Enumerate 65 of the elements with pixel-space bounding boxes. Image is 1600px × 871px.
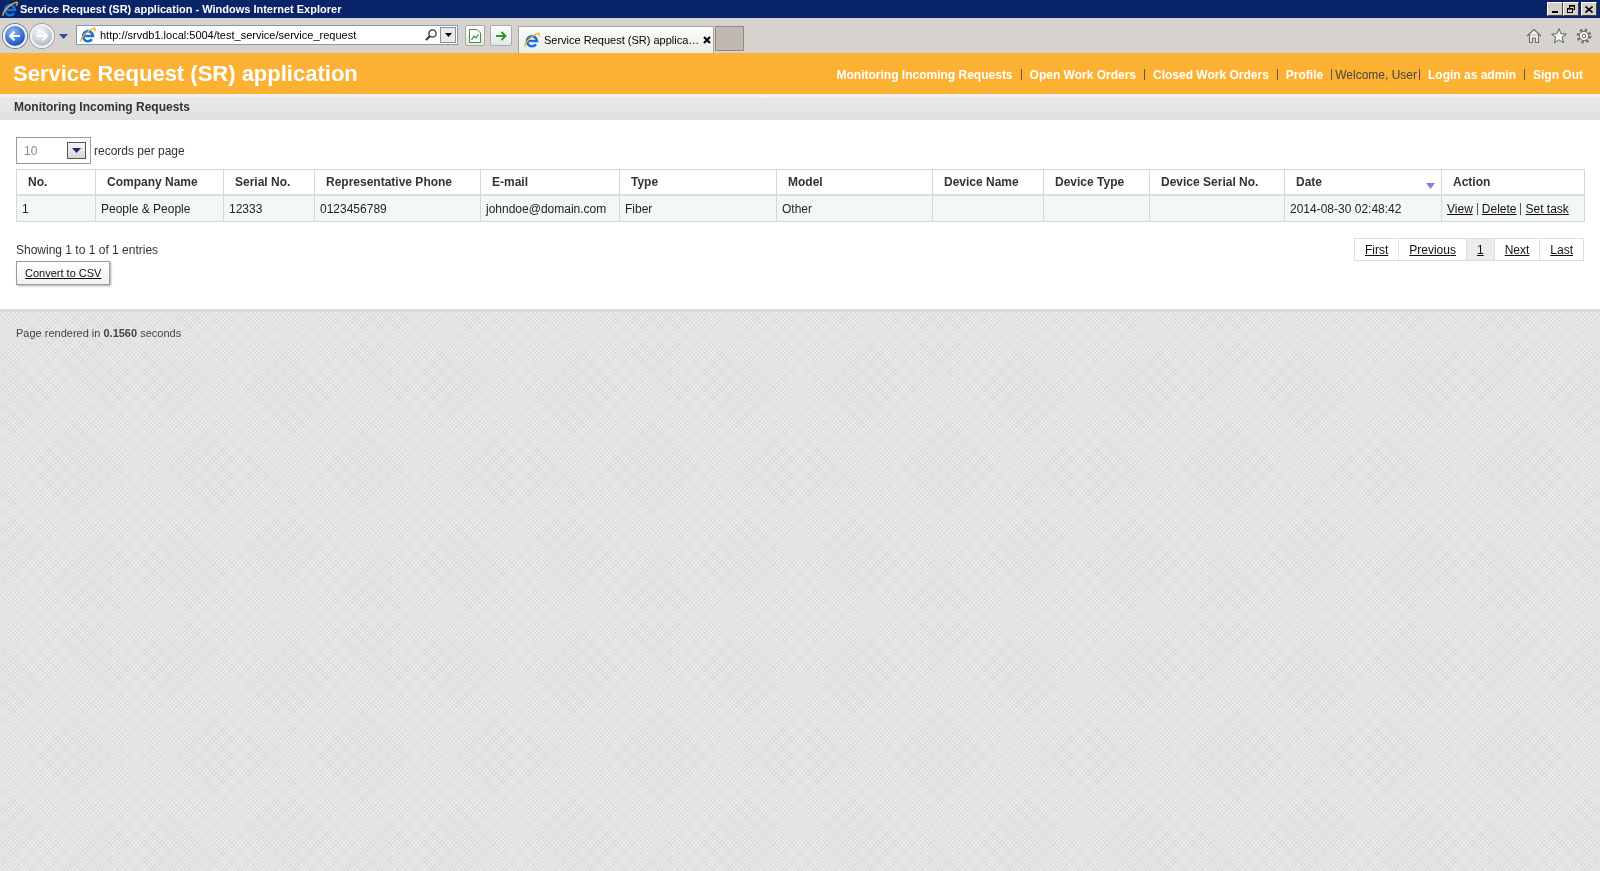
column-header[interactable]: Date (1284, 169, 1442, 195)
left-arrow-icon (9, 31, 21, 41)
pagination-button[interactable]: 1 (1465, 238, 1495, 261)
close-icon[interactable] (703, 36, 712, 44)
entries-info: Showing 1 to 1 of 1 entries (16, 242, 159, 257)
render-time-text: Page rendered in 0.1560 seconds (16, 327, 182, 339)
column-header[interactable]: Device Name (932, 169, 1044, 195)
restore-button[interactable] (1563, 2, 1579, 16)
caret-icon[interactable] (59, 34, 68, 39)
column-header[interactable]: No. (16, 169, 96, 195)
pagination-button[interactable]: Next (1493, 238, 1541, 261)
page-heading: Monitoring Incoming Requests (14, 100, 190, 114)
column-header[interactable]: Action (1441, 169, 1585, 195)
pagination-button[interactable]: First (1353, 238, 1400, 261)
right-arrow-icon (36, 31, 48, 41)
address-dropdown-button[interactable] (440, 27, 456, 43)
table-cell: johndoe@domain.com (480, 195, 620, 222)
records-label: records per page (94, 143, 185, 158)
table-cell: 12333 (223, 195, 315, 222)
go-button[interactable] (490, 25, 512, 46)
column-header[interactable]: Device Serial No. (1149, 169, 1285, 195)
close-button[interactable] (1581, 2, 1597, 16)
column-header[interactable]: Company Name (95, 169, 224, 195)
table-cell: Fiber (619, 195, 777, 222)
search-icon[interactable] (425, 29, 437, 41)
pagination-button[interactable]: Previous (1398, 238, 1467, 261)
caret-icon (72, 148, 81, 153)
browser-logo-icon (524, 32, 540, 48)
right-arrow-icon (495, 30, 507, 41)
star-icon[interactable] (1551, 28, 1567, 44)
minimize-icon (1552, 11, 1558, 13)
page-length-select[interactable]: 10 (16, 137, 91, 164)
table-cell: 2014-08-30 02:48:42 (1284, 195, 1442, 222)
column-header[interactable]: Type (619, 169, 777, 195)
compatibility-view-button[interactable] (465, 25, 485, 46)
action-link[interactable]: View (1447, 201, 1473, 216)
app-title: Service Request (SR) application (13, 60, 358, 87)
window-title: Service Request (SR) application - Windows Internet Explorer (20, 3, 342, 15)
column-header[interactable]: Model (776, 169, 933, 195)
home-icon[interactable] (1526, 28, 1542, 44)
welcome-text: Welcome, User (1335, 67, 1417, 82)
close-icon (1585, 5, 1593, 13)
action-link[interactable]: Set task (1525, 201, 1569, 216)
back-button[interactable] (3, 24, 27, 48)
document-icon (469, 28, 481, 43)
browser-tab[interactable]: Service Request (SR) applica… (518, 26, 714, 53)
sort-icon (1426, 183, 1435, 189)
minimize-button[interactable] (1547, 2, 1563, 16)
table-cell: People & People (95, 195, 224, 222)
caret-icon (444, 33, 452, 37)
column-header[interactable]: E-mail (480, 169, 620, 195)
settings-icon[interactable] (1576, 28, 1592, 44)
table-cell: 0123456789 (314, 195, 481, 222)
action-link[interactable]: Delete (1481, 201, 1517, 216)
convert-csv-button[interactable]: Convert to CSV (16, 261, 111, 285)
browser-logo-icon (2, 1, 18, 17)
browser-logo-icon (80, 27, 96, 43)
pagination-button[interactable]: Last (1539, 238, 1584, 261)
table-cell: Other (776, 195, 933, 222)
address-field[interactable]: http://srvdb1.local:5004/test_service/service_request (76, 25, 458, 45)
column-header[interactable]: Representative Phone (314, 169, 481, 195)
column-header[interactable]: Serial No. (223, 169, 315, 195)
restore-icon (1567, 5, 1575, 13)
column-header[interactable]: Device Type (1043, 169, 1150, 195)
table-cell: 1 (16, 195, 96, 222)
